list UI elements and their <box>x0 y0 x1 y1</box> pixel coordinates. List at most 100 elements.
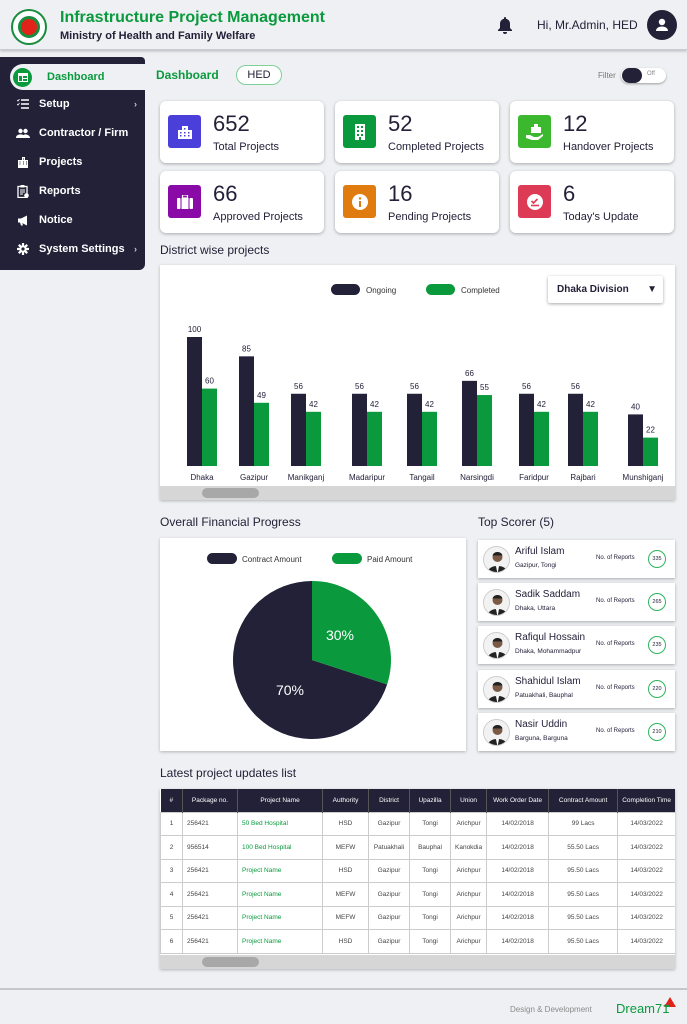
sidebar: Dashboard Setup › Contractor / Firm Proj… <box>0 57 145 270</box>
stat-card-today-s-update[interactable]: 6 Today's Update <box>510 171 674 233</box>
scorer-card[interactable]: Nasir Uddin Barguna, Barguna No. of Report… <box>478 712 675 751</box>
column-header[interactable]: District <box>368 789 410 812</box>
stat-card-approved-projects[interactable]: 66 Approved Projects <box>160 171 324 233</box>
bar-ongoing-madaripur <box>352 393 367 466</box>
project-name-link[interactable]: Project Name <box>237 905 323 930</box>
table-cell: 95.50 Lacs <box>548 905 619 930</box>
legend-label-completed: Completed <box>461 286 500 295</box>
table-cell: 14/03/2022 <box>617 929 675 954</box>
column-header[interactable]: Project Name <box>237 789 323 812</box>
scorer-card[interactable]: Ariful Islam Gazipur, Tongi No. of Reports… <box>478 540 675 578</box>
sidebar-item-label: Notice <box>39 214 73 226</box>
column-header[interactable]: Upazilla <box>409 789 451 812</box>
table-cell: Arichpur <box>449 811 488 836</box>
table-cell: Gazipur <box>368 905 410 930</box>
bar-group-manikganj: 56 42 Manikganj <box>288 382 325 482</box>
sidebar-item-system-settings[interactable]: System Settings › <box>0 236 145 262</box>
filter-state: Off <box>647 71 655 77</box>
table-row[interactable]: 2 956514 100 Bed Hospital MEFW Patuakhali Bau… <box>160 835 675 860</box>
division-select[interactable]: Dhaka Division ▼ <box>548 276 663 303</box>
bar-ongoing-munshiganj <box>628 414 643 466</box>
buildings-icon <box>16 155 30 169</box>
chart-scrollbar[interactable] <box>160 486 675 500</box>
table-cell: Kanokdia <box>449 835 488 860</box>
table-cell: 14/02/2018 <box>486 835 550 860</box>
table-cell: 14/03/2022 <box>617 882 675 907</box>
megaphone-icon <box>16 213 30 227</box>
finance-chart-panel: Contract Amount Paid Amount 70% 30% <box>160 538 466 751</box>
scrollbar-thumb[interactable] <box>202 957 259 967</box>
sidebar-item-projects[interactable]: Projects <box>0 149 145 175</box>
scorer-card[interactable]: Sadik Saddam Dhaka, Uttara No. of Reports 2… <box>478 583 675 622</box>
scorer-card[interactable]: Rafiqul Hossain Dhaka, Mohammadpur No. of … <box>478 626 675 665</box>
org-badge[interactable]: HED <box>236 65 282 85</box>
legend-label-ongoing: Ongoing <box>366 286 396 295</box>
column-header[interactable]: Authority <box>322 789 369 812</box>
scrollbar-thumb[interactable] <box>202 488 259 498</box>
bar-ongoing-tangail <box>407 393 422 466</box>
table-row[interactable]: 5 256421 Project Name MEFW Gazipur Tongi Arich… <box>160 905 675 930</box>
column-header[interactable]: Package no. <box>182 789 238 812</box>
reports-label: No. of Reports <box>596 727 635 734</box>
x-tick-label: Madaripur <box>349 473 385 482</box>
project-name-link[interactable]: Project Name <box>237 929 323 954</box>
sidebar-item-reports[interactable]: Reports <box>0 178 145 204</box>
stat-card-pending-projects[interactable]: 16 Pending Projects <box>335 171 499 233</box>
reports-label: No. of Reports <box>596 684 635 691</box>
column-header[interactable]: # <box>160 789 183 812</box>
stat-card-completed-projects[interactable]: 52 Completed Projects <box>335 101 499 163</box>
table-row[interactable]: 4 256421 Project Name MEFW Gazipur Tongi Arich… <box>160 882 675 907</box>
project-name-link[interactable]: Project Name <box>237 858 323 883</box>
user-avatar[interactable] <box>647 10 677 40</box>
pie-label-paid: 30% <box>326 627 354 643</box>
sidebar-item-label: Setup <box>39 98 70 110</box>
scorer-card[interactable]: Shahidul Islam Patuakhali, Bauphal No. of … <box>478 669 675 708</box>
table-cell: Tongi <box>409 811 451 836</box>
bar-value-label: 55 <box>480 383 489 392</box>
table-scrollbar[interactable] <box>160 955 675 969</box>
table-row[interactable]: 3 256421 Project Name HSD Gazipur Tongi Arichp… <box>160 858 675 883</box>
column-header[interactable]: Completion Time <box>617 789 675 812</box>
brand-logo[interactable]: Dream71 <box>616 1001 669 1016</box>
table-cell: Gazipur <box>368 882 410 907</box>
user-greeting[interactable]: Hi, Mr.Admin, HED <box>537 18 638 32</box>
division-select-value: Dhaka Division <box>557 284 629 295</box>
sidebar-item-dashboard[interactable]: Dashboard <box>10 64 145 90</box>
bar-completed-narsingdi <box>477 395 492 466</box>
table-cell: 256421 <box>182 929 238 954</box>
table-cell: 55.50 Lacs <box>548 835 619 860</box>
bar-group-madaripur: 56 42 Madaripur <box>349 382 385 482</box>
briefcase-icon <box>168 185 201 218</box>
table-cell: Tongi <box>409 929 451 954</box>
table-cell: Arichpur <box>449 905 488 930</box>
footer-credit: Design & Development <box>510 1005 592 1014</box>
stat-card-handover-projects[interactable]: 12 Handover Projects <box>510 101 674 163</box>
project-name-link[interactable]: 100 Bed Hospital <box>237 835 323 860</box>
filter-toggle[interactable]: Off <box>621 68 666 83</box>
table-cell: MEFW <box>322 882 369 907</box>
stat-card-total-projects[interactable]: 652 Total Projects <box>160 101 324 163</box>
table-cell: 256421 <box>182 882 238 907</box>
column-header[interactable]: Work Order Date <box>486 789 550 812</box>
column-header[interactable]: Contract Amount <box>548 789 619 812</box>
table-row[interactable]: 6 256421 Project Name HSD Gazipur Tongi Arichp… <box>160 929 675 954</box>
table-cell: HSD <box>322 811 369 836</box>
table-cell: Tongi <box>409 882 451 907</box>
dashboard-icon <box>13 67 32 87</box>
avatar <box>483 546 510 573</box>
app-title: Infrastructure Project Management <box>60 9 325 26</box>
project-name-link[interactable]: 50 Bed Hospital <box>237 811 323 836</box>
bar-value-label: 56 <box>571 382 580 391</box>
project-name-link[interactable]: Project Name <box>237 882 323 907</box>
sidebar-item-contractor[interactable]: Contractor / Firm <box>0 120 145 146</box>
avatar <box>483 718 510 746</box>
sidebar-item-notice[interactable]: Notice <box>0 207 145 233</box>
column-header[interactable]: Union <box>450 789 488 812</box>
bar-value-label: 42 <box>537 400 546 409</box>
bar-completed-tangail <box>422 411 437 466</box>
x-tick-label: Gazipur <box>240 473 268 482</box>
govt-seal-icon[interactable] <box>11 9 47 45</box>
bell-icon[interactable] <box>497 16 513 34</box>
sidebar-item-setup[interactable]: Setup › <box>0 91 145 117</box>
table-row[interactable]: 1 256421 50 Bed Hospital HSD Gazipur Tongi Ari… <box>160 811 675 836</box>
